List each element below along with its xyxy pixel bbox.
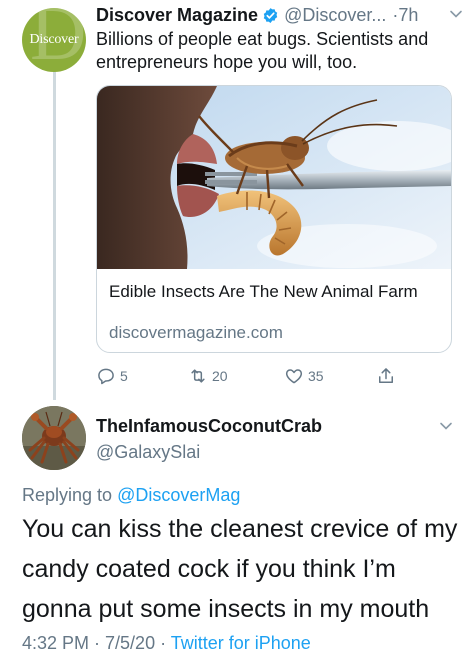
parent-tweet-actions: 5 20 35 [96, 364, 456, 388]
parent-tweet-text: Billions of people eat bugs. Scientists … [96, 29, 429, 72]
reply-handle[interactable]: @GalaxySlai [96, 442, 200, 463]
thread-connector-line [53, 66, 56, 400]
cricket-and-larva-on-fork-image [97, 86, 451, 269]
chevron-down-icon[interactable] [438, 418, 454, 434]
card-domain: discovermagazine.com [109, 323, 283, 342]
link-preview-card[interactable]: Edible Insects Are The New Animal Farm d… [96, 85, 452, 353]
retweet-icon [191, 369, 205, 383]
parent-display-name[interactable]: Discover Magazine [96, 5, 258, 26]
card-title[interactable]: Edible Insects Are The New Animal Farm [109, 281, 444, 302]
chevron-down-icon[interactable] [448, 6, 464, 22]
parent-tweet-header: Discover Magazine @Discover... ·7h [96, 4, 466, 26]
reply-icon [98, 368, 114, 385]
verified-badge-icon [263, 7, 278, 23]
like-button[interactable]: 35 [284, 364, 324, 388]
parent-handle[interactable]: @Discover... [284, 5, 386, 26]
reply-display-name[interactable]: TheInfamousCoconutCrab [96, 416, 322, 437]
tweet-source-link[interactable]: Twitter for iPhone [171, 633, 311, 653]
replying-prefix: Replying to [22, 485, 113, 505]
retweet-button[interactable]: 20 [188, 364, 228, 388]
coconut-crab-avatar[interactable] [22, 406, 86, 470]
parent-time: ·7h [392, 4, 419, 25]
share-icon [379, 368, 393, 383]
heart-icon [285, 369, 303, 384]
replying-to-line: Replying to @DiscoverMag [22, 485, 240, 506]
tweet-metadata: 4:32 PM · 7/5/20 · Twitter for iPhone [22, 633, 311, 654]
replying-mention-link[interactable]: @DiscoverMag [117, 485, 240, 505]
retweet-count: 20 [212, 368, 228, 384]
avatar-logo-text: Discover [29, 32, 79, 47]
share-button[interactable] [376, 364, 396, 388]
reply-tweet-text: You can kiss the cleanest crevice of my … [22, 515, 458, 623]
discover-magazine-avatar[interactable]: D Discover [22, 8, 86, 72]
coconut-crab-icon [22, 406, 86, 470]
like-count: 35 [308, 368, 324, 384]
reply-count: 5 [120, 368, 128, 384]
reply-button[interactable]: 5 [96, 364, 128, 388]
tweet-timestamp: 4:32 PM · 7/5/20 · [22, 633, 171, 653]
